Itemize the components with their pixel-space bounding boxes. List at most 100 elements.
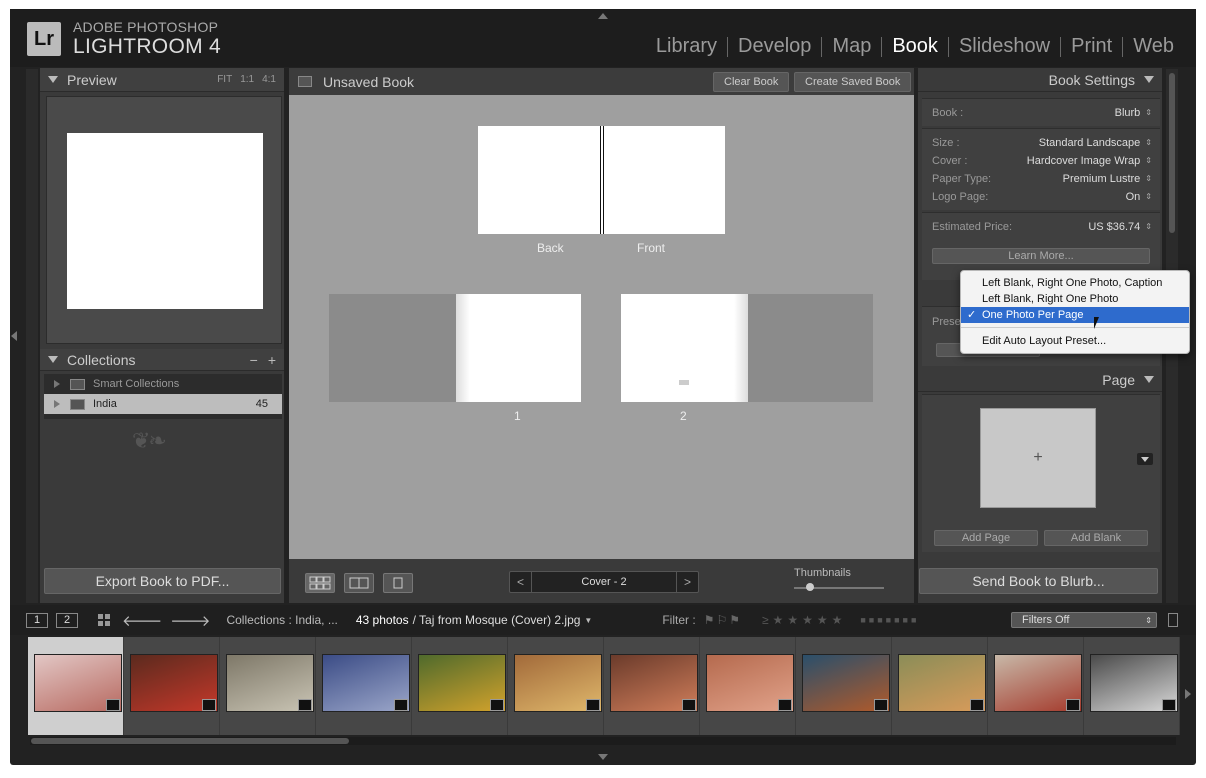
collapse-filmstrip-icon[interactable] [598, 754, 608, 760]
collapse-top-panel-icon[interactable] [598, 13, 608, 19]
collections-header[interactable]: Collections − + [40, 349, 284, 371]
thumbnails-slider[interactable] [794, 583, 884, 591]
page-template-dropdown-icon[interactable] [1137, 453, 1153, 465]
collapse-left-panel-icon[interactable] [11, 331, 17, 341]
menu-item-edit-auto-layout-preset[interactable]: Edit Auto Layout Preset... [961, 333, 1189, 349]
add-page-button[interactable]: Add Page [934, 530, 1038, 546]
filmstrip-cell[interactable] [124, 637, 220, 735]
lightroom-window: Lr ADOBE PHOTOSHOP LIGHTROOM 4 Library D… [10, 9, 1196, 765]
collections-list: Smart Collections India 45 [44, 374, 282, 419]
page-2[interactable] [621, 294, 748, 402]
next-page-button[interactable]: > [676, 572, 698, 592]
module-library[interactable]: Library [646, 35, 727, 58]
back-arrow-icon[interactable]: 🡐 [122, 611, 162, 630]
add-blank-button[interactable]: Add Blank [1044, 530, 1148, 546]
module-develop[interactable]: Develop [728, 35, 821, 58]
color-label-filter-icons[interactable]: ■■■■■■■ [860, 615, 919, 625]
menu-item-left-blank-right-photo[interactable]: Left Blank, Right One Photo [961, 291, 1189, 307]
paper-type-value: Premium Lustre [1062, 173, 1141, 185]
single-page-view-button[interactable] [383, 573, 413, 593]
filmstrip-cell[interactable] [28, 637, 124, 735]
secondary-window-button[interactable]: 2 [56, 612, 78, 628]
expand-triangle-icon[interactable] [48, 356, 58, 363]
collection-smart-collections[interactable]: Smart Collections [44, 374, 282, 394]
module-web[interactable]: Web [1123, 35, 1184, 58]
book-icon [298, 76, 312, 87]
filmstrip-scroll-thumb[interactable] [31, 738, 349, 744]
filmstrip-source[interactable]: Collections : India, ... [226, 613, 337, 627]
filmstrip-cell[interactable] [316, 637, 412, 735]
page-template-preview[interactable]: + [980, 408, 1096, 508]
preview-title: Preview [67, 71, 117, 88]
filmstrip-scrollbar[interactable] [30, 737, 1176, 745]
filmstrip-next-icon[interactable] [1185, 689, 1191, 699]
book-type-row[interactable]: Book : Blurb ⇕ [922, 104, 1160, 122]
module-print[interactable]: Print [1061, 35, 1122, 58]
disclosure-triangle-icon[interactable] [54, 380, 60, 388]
previous-page-button[interactable]: < [510, 572, 532, 592]
used-in-book-badge-icon [682, 699, 696, 711]
export-book-pdf-button[interactable]: Export Book to PDF... [44, 568, 281, 594]
zoom-fit[interactable]: FIT [217, 74, 232, 85]
paper-type-row[interactable]: Paper Type: Premium Lustre ⇕ [922, 170, 1160, 188]
used-in-book-badge-icon [202, 699, 216, 711]
preview-header[interactable]: Preview FIT 1:1 4:1 [40, 68, 284, 92]
stepper-icon: ⇕ [1145, 156, 1152, 165]
filmstrip-cell[interactable] [892, 637, 988, 735]
filmstrip-cell[interactable] [796, 637, 892, 735]
spread-view-button[interactable] [344, 573, 374, 593]
zoom-4-1[interactable]: 4:1 [262, 74, 276, 85]
book-settings-header[interactable]: Book Settings [918, 68, 1162, 92]
filter-preset-select[interactable]: Filters Off ⇕ [1011, 612, 1157, 628]
right-scroll-thumb[interactable] [1169, 73, 1175, 233]
size-row[interactable]: Size : Standard Landscape ⇕ [922, 134, 1160, 152]
menu-item-one-photo-per-page[interactable]: ✓ One Photo Per Page [961, 307, 1189, 323]
used-in-book-badge-icon [298, 699, 312, 711]
filmstrip-cell[interactable] [508, 637, 604, 735]
expand-triangle-icon[interactable] [1144, 376, 1154, 383]
main-window-button[interactable]: 1 [26, 612, 48, 628]
clear-book-button[interactable]: Clear Book [713, 72, 790, 92]
filmstrip-cell[interactable] [988, 637, 1084, 735]
collection-india[interactable]: India 45 [44, 394, 282, 414]
expand-triangle-icon[interactable] [1144, 76, 1154, 83]
filmstrip-cell[interactable] [700, 637, 796, 735]
thumbnails-slider-knob[interactable] [806, 583, 814, 591]
zoom-1-1[interactable]: 1:1 [240, 74, 254, 85]
page-1[interactable] [456, 294, 581, 402]
disclosure-triangle-icon[interactable] [54, 400, 60, 408]
module-slideshow[interactable]: Slideshow [949, 35, 1060, 58]
filmstrip-cell[interactable] [1084, 637, 1180, 735]
learn-more-button[interactable]: Learn More... [932, 248, 1150, 264]
multi-page-view-button[interactable] [305, 573, 335, 593]
expand-triangle-icon[interactable] [48, 76, 58, 83]
grid-view-icon[interactable] [98, 614, 110, 626]
selected-file-name[interactable]: / Taj from Mosque (Cover) 2.jpg [413, 613, 581, 627]
filter-lock-icon[interactable] [1168, 613, 1178, 627]
filmstrip-cell[interactable] [220, 637, 316, 735]
cover-front-page[interactable] [603, 126, 725, 234]
cover-back-page[interactable] [478, 126, 602, 234]
logo-page-row[interactable]: Logo Page: On ⇕ [922, 188, 1160, 206]
module-map[interactable]: Map [822, 35, 881, 58]
rating-filter-stars-icon[interactable]: ≥★★★★★ [762, 613, 846, 627]
cover-row[interactable]: Cover : Hardcover Image Wrap ⇕ [922, 152, 1160, 170]
preset-label: Prese [932, 316, 961, 328]
forward-arrow-icon[interactable]: 🡒 [170, 611, 210, 630]
module-book[interactable]: Book [882, 35, 948, 58]
remove-collection-icon[interactable]: − [250, 352, 258, 368]
send-book-to-blurb-button[interactable]: Send Book to Blurb... [919, 568, 1158, 594]
stepper-icon: ⇕ [1145, 192, 1152, 201]
left-panel-scrollbar[interactable] [26, 69, 38, 603]
menu-item-left-blank-right-photo-caption[interactable]: Left Blank, Right One Photo, Caption [961, 275, 1189, 291]
add-collection-icon[interactable]: + [268, 352, 276, 368]
paper-type-label: Paper Type: [932, 173, 992, 185]
used-in-book-badge-icon [874, 699, 888, 711]
flag-filter-icons[interactable]: ⚑⚐⚑ [704, 613, 742, 627]
filmstrip-cell[interactable] [604, 637, 700, 735]
page-header[interactable]: Page [918, 368, 1162, 392]
create-saved-book-button[interactable]: Create Saved Book [794, 72, 912, 92]
menu-separator [961, 327, 1189, 328]
file-menu-chevron-icon[interactable]: ▼ [584, 616, 592, 625]
filmstrip-cell[interactable] [412, 637, 508, 735]
